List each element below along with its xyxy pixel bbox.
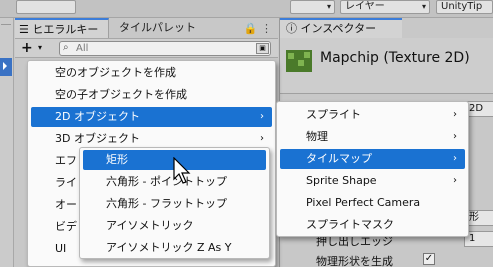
tab-hierarchy[interactable]: ☰ ヒエラルキー bbox=[15, 18, 109, 38]
menu-item-label: エフ bbox=[55, 154, 77, 167]
mouse-cursor-icon bbox=[173, 157, 191, 184]
layers-dropdown[interactable]: レイヤー ▾ bbox=[340, 0, 430, 14]
search-icon: ⌕ bbox=[63, 42, 69, 53]
chevron-right-icon: › bbox=[453, 153, 457, 164]
generate-physics-checkbox[interactable]: ✓ bbox=[423, 253, 435, 265]
plus-icon[interactable]: + bbox=[21, 40, 33, 56]
toolbar-dropdown-small[interactable]: ▾ bbox=[290, 0, 335, 14]
menu-item[interactable]: 空の子オブジェクトを作成 bbox=[31, 85, 272, 105]
menu-item[interactable]: アイソメトリック bbox=[83, 216, 266, 236]
menu-item-label: アイソメトリック Z As Y bbox=[106, 241, 232, 254]
tips-dropdown[interactable]: UnityTip bbox=[436, 0, 493, 14]
chevron-right-icon: › bbox=[260, 111, 264, 122]
list-icon: ☰ bbox=[19, 23, 33, 36]
menu-item-label: オー bbox=[55, 198, 77, 211]
menu-item[interactable]: 空のオブジェクトを作成 bbox=[31, 63, 272, 83]
menu-item-label: スプライト bbox=[306, 108, 361, 121]
toolbar-field-left[interactable] bbox=[16, 0, 76, 14]
menu-item-label: 空の子オブジェクトを作成 bbox=[55, 88, 187, 101]
layers-label: レイヤー bbox=[345, 1, 385, 12]
tab-inspector-label: インスペクター bbox=[300, 22, 377, 35]
menu-item[interactable]: タイルマップ › bbox=[280, 149, 465, 169]
menu-item-label: 六角形 - ポイントトップ bbox=[106, 175, 227, 188]
menu-item-label: 空のオブジェクトを作成 bbox=[55, 66, 176, 79]
chevron-right-icon: › bbox=[453, 109, 457, 120]
kebab-menu-icon[interactable]: ⋮ bbox=[261, 22, 272, 35]
panel-tab-icons: 🔒 ⋮ bbox=[244, 22, 272, 35]
menu-item[interactable]: アイソメトリック Z As Y bbox=[83, 238, 266, 258]
chevron-right-icon: › bbox=[260, 133, 264, 144]
menu-item-label: 矩形 bbox=[106, 153, 128, 166]
menu-item-label: 六角形 - フラットトップ bbox=[106, 197, 227, 210]
menu-item-label: Sprite Shape bbox=[306, 174, 377, 187]
info-icon: ⓘ bbox=[286, 22, 301, 35]
search-placeholder: All bbox=[76, 43, 89, 54]
search-input[interactable]: ⌕ All ▣ bbox=[59, 41, 271, 56]
generate-physics-label: 物理形状を生成 bbox=[316, 255, 393, 267]
menu-item[interactable]: スプライト › bbox=[280, 105, 465, 125]
lock-icon[interactable]: 🔒 bbox=[244, 22, 258, 35]
play-icon[interactable] bbox=[0, 58, 12, 76]
chevron-down-icon[interactable]: ▾ bbox=[38, 43, 42, 52]
menu-item-label: UI bbox=[55, 242, 67, 255]
chevron-right-icon: › bbox=[453, 131, 457, 142]
menu-item-label: ビデ bbox=[55, 220, 77, 233]
texture-thumbnail bbox=[286, 50, 312, 72]
menu-item[interactable]: Sprite Shape › bbox=[280, 171, 465, 191]
menu-item-label: ライ bbox=[55, 176, 77, 189]
menu-item[interactable]: 物理 › bbox=[280, 127, 465, 147]
menu-item[interactable]: Pixel Perfect Camera bbox=[280, 193, 465, 213]
chevron-down-icon: ▾ bbox=[326, 2, 331, 11]
menu-item-label: 3D オブジェクト bbox=[55, 132, 140, 145]
menu-item-label: スプライトマスク bbox=[306, 218, 394, 231]
menu-item-label: アイソメトリック bbox=[106, 219, 194, 232]
menu-item-label: タイルマップ bbox=[306, 152, 372, 165]
menu-item-label: 2D オブジェクト bbox=[55, 110, 140, 123]
divider bbox=[1, 24, 11, 25]
tab-inspector[interactable]: ⓘ インスペクター bbox=[280, 18, 402, 38]
asset-title: Mapchip (Texture 2D) bbox=[320, 50, 470, 66]
menu-item-label: 物理 bbox=[306, 130, 328, 143]
submenu-2d-object: スプライト › 物理 › タイルマップ › Sprite Shape › Pixel Perfe… bbox=[276, 101, 469, 237]
menu-item[interactable]: スプライトマスク bbox=[280, 215, 465, 235]
tab-tile-palette[interactable]: タイルパレット bbox=[115, 18, 196, 38]
menu-item[interactable]: 2D オブジェクト › bbox=[31, 107, 272, 127]
filter-icon[interactable]: ▣ bbox=[256, 43, 269, 54]
tab-hierarchy-label: ヒエラルキー bbox=[32, 23, 99, 36]
chevron-down-icon: ▾ bbox=[421, 2, 426, 11]
menu-item[interactable]: 3D オブジェクト › bbox=[31, 129, 272, 149]
hierarchy-toolbar: + ▾ ⌕ All ▣ bbox=[15, 38, 278, 58]
menu-item[interactable]: 六角形 - フラットトップ bbox=[83, 194, 266, 214]
inspector-row-physics: 物理形状を生成 ✓ bbox=[280, 250, 493, 267]
tips-label: UnityTip bbox=[441, 1, 483, 12]
chevron-right-icon: › bbox=[453, 175, 457, 186]
menu-item-label: Pixel Perfect Camera bbox=[306, 196, 421, 209]
scene-edge-strip bbox=[0, 18, 14, 267]
top-toolbar: ▾ レイヤー ▾ UnityTip bbox=[0, 0, 493, 18]
inspector-header: Mapchip (Texture 2D) bbox=[280, 38, 493, 94]
tab-tile-palette-label: タイルパレット bbox=[119, 21, 196, 34]
